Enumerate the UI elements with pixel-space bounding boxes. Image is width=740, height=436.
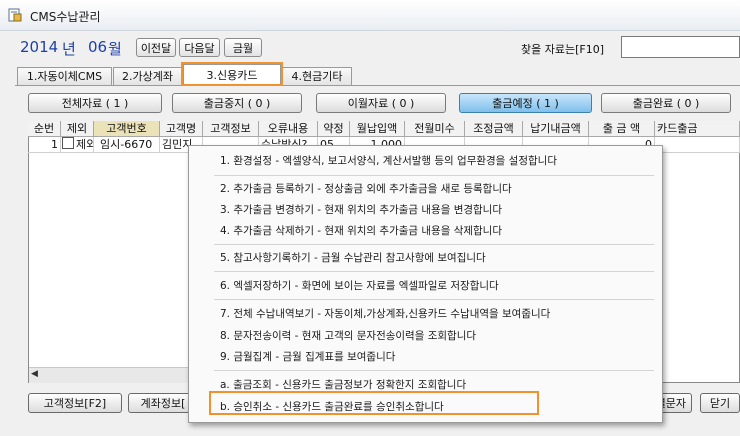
menu-highlight-box (209, 391, 539, 415)
grid-header: 순번 제외 고객번호 고객명 고객정보 오류내용 약정 월납입액 전월미수 조정… (28, 121, 740, 137)
carryover-button[interactable]: 이월자료 ( 0 ) (316, 93, 446, 113)
menu-item-monthly-summary[interactable]: 9. 금월집계 - 금월 집계표를 보여줍니다 (220, 349, 395, 364)
menu-item-withdraw-inquiry[interactable]: a. 출금조회 - 신용카드 출금정보가 정확한지 조회합니다 (220, 377, 466, 392)
menu-item-settings[interactable]: 1. 환경설정 - 엑셀양식, 보고서양식, 계산서발행 등의 업무환경을 설정… (220, 153, 557, 168)
col-customer-name[interactable]: 고객명 (160, 121, 203, 137)
scroll-left-arrow-icon[interactable]: ◀ (31, 369, 41, 380)
all-data-button[interactable]: 전체자료 ( 1 ) (28, 93, 162, 113)
cell-no: 1 (28, 137, 61, 153)
menu-item-sms-history[interactable]: 8. 문자전송이력 - 현재 고객의 문자전송이력을 조회합니다 (220, 328, 476, 343)
cell-customer-no: 임시-6670 (94, 137, 160, 153)
col-customer-info[interactable]: 고객정보 (203, 121, 259, 137)
menu-item-edit-withdraw[interactable]: 3. 추가출금 변경하기 - 현재 위치의 추가출금 내용을 변경합니다 (220, 202, 502, 217)
tab-virtual-account[interactable]: 2.가상계좌 (113, 67, 182, 85)
col-due-amount[interactable]: 납기내금액 (523, 121, 589, 137)
exclude-checkbox[interactable] (62, 137, 74, 149)
menu-separator (214, 271, 654, 272)
menu-item-notes[interactable]: 5. 참고사항기록하기 - 금월 수납관리 참고사항에 보여집니다 (220, 250, 486, 265)
col-withdraw[interactable]: 출 금 액 (589, 121, 655, 137)
cell-exclude[interactable]: 제외 (61, 137, 94, 153)
month-value: 06 (88, 38, 108, 56)
search-input[interactable] (621, 36, 740, 58)
current-month-button[interactable]: 금월 (224, 38, 262, 57)
tab-divider (15, 85, 740, 86)
col-error[interactable]: 오류내용 (259, 121, 318, 137)
col-card[interactable]: 카드출금 (655, 121, 740, 137)
cell-card (655, 137, 740, 153)
menu-separator (214, 175, 654, 176)
exclude-label: 제외 (76, 138, 93, 151)
next-month-button[interactable]: 다음달 (179, 38, 220, 57)
withdraw-complete-button[interactable]: 출금완료 ( 0 ) (601, 93, 731, 113)
menu-item-all-history[interactable]: 7. 전체 수납내역보기 - 자동이체,가상계좌,신용카드 수납내역을 보여줍니… (220, 306, 550, 321)
horizontal-scrollbar[interactable] (29, 367, 193, 383)
tab-cash-other[interactable]: 4.현금기타 (282, 67, 352, 85)
search-label: 찾을 자료는[F10] (521, 43, 605, 56)
withdraw-scheduled-button[interactable]: 출금예정 ( 1 ) (459, 93, 592, 113)
window-title: CMS수납관리 (30, 10, 101, 24)
tab-highlight-box (181, 62, 283, 86)
col-prev-unpaid[interactable]: 전월미수 (405, 121, 465, 137)
withdraw-stop-button[interactable]: 출금중지 ( 0 ) (172, 93, 302, 113)
close-button[interactable]: 닫기 (700, 393, 740, 413)
col-monthly[interactable]: 월납입액 (350, 121, 405, 137)
menu-separator (214, 244, 654, 245)
menu-item-add-withdraw[interactable]: 2. 추가출금 등록하기 - 정상출금 외에 추가출금을 새로 등록합니다 (220, 181, 512, 196)
col-exclude[interactable]: 제외 (61, 121, 94, 137)
col-agreement[interactable]: 약정 (318, 121, 350, 137)
menu-separator (214, 370, 654, 371)
tab-auto-transfer-cms[interactable]: 1.자동이체CMS (17, 67, 112, 85)
year-unit: 년 (62, 40, 76, 58)
col-customer-no[interactable]: 고객번호 (94, 121, 160, 137)
year-value: 2014 (20, 38, 59, 56)
menu-separator (214, 299, 654, 300)
col-no[interactable]: 순번 (28, 121, 61, 137)
prev-month-button[interactable]: 이전달 (136, 38, 176, 57)
app-icon (8, 8, 22, 22)
month-unit: 월 (108, 40, 122, 58)
menu-item-delete-withdraw[interactable]: 4. 추가출금 삭제하기 - 현재 위치의 추가출금 내용을 삭제합니다 (220, 223, 502, 238)
menu-item-excel-save[interactable]: 6. 엑셀저장하기 - 화면에 보이는 자료를 엑셀파일로 저장합니다 (220, 278, 499, 293)
customer-info-button[interactable]: 고객정보[F2] (28, 393, 122, 413)
col-adjust[interactable]: 조정금액 (465, 121, 523, 137)
title-bar (0, 0, 740, 31)
